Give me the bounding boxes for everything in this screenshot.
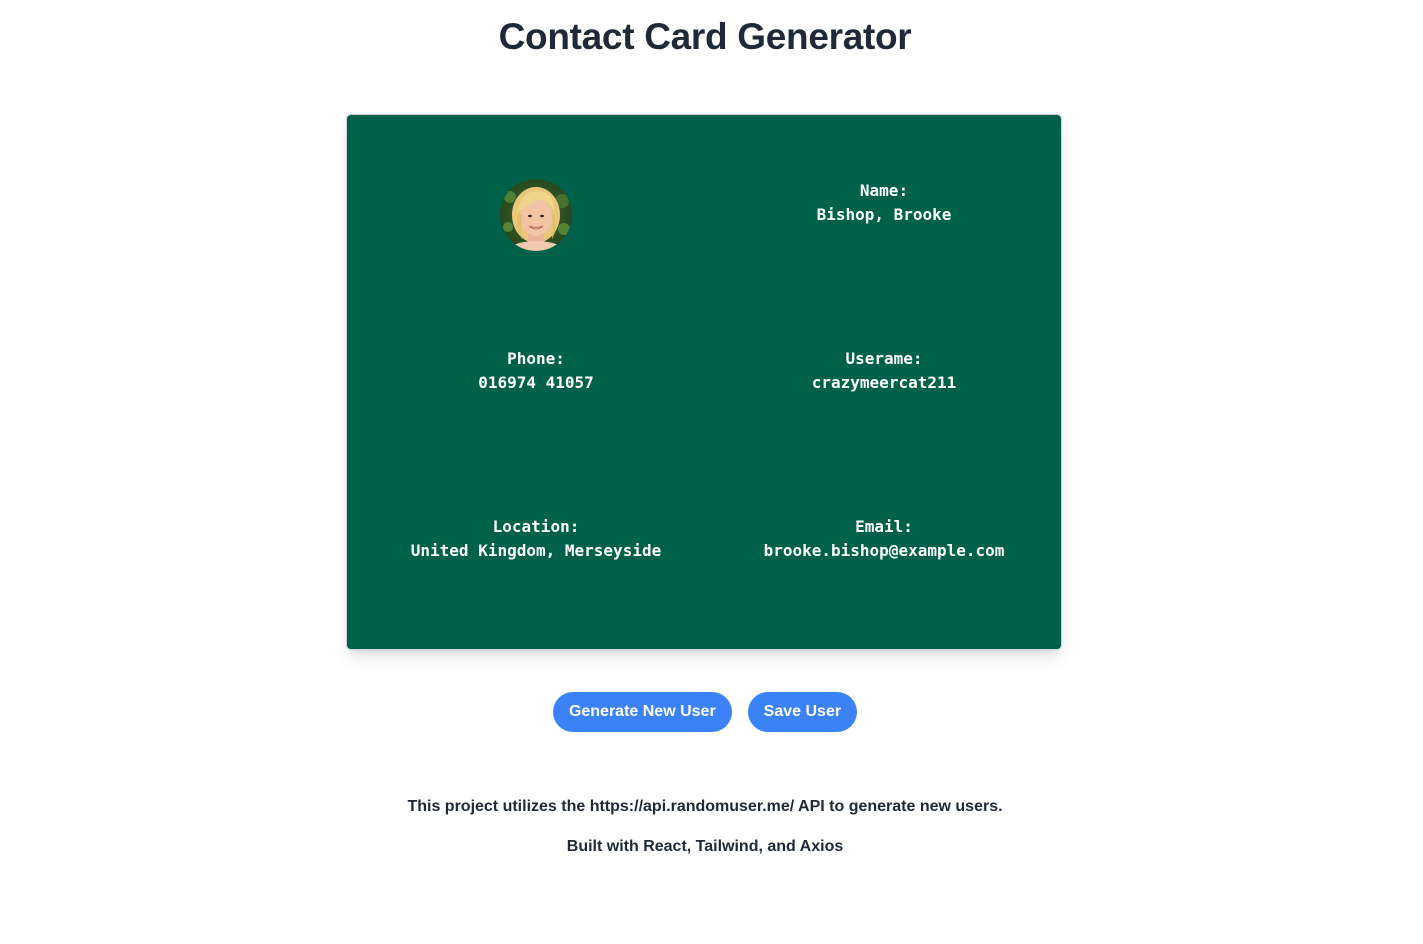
avatar bbox=[500, 179, 572, 251]
field-username: Userame: crazymeercat211 bbox=[705, 347, 1063, 395]
username-label: Userame: bbox=[845, 349, 923, 368]
phone-value: 016974 41057 bbox=[478, 373, 594, 392]
page-title: Contact Card Generator bbox=[498, 16, 912, 57]
avatar-photo bbox=[500, 179, 572, 251]
name-label: Name: bbox=[859, 181, 909, 200]
contact-card: Name: Bishop, Brooke Phone: 016974 41057… bbox=[346, 114, 1062, 650]
built-with-note: Built with React, Tailwind, and Axios bbox=[566, 838, 844, 855]
phone-label: Phone: bbox=[507, 349, 565, 368]
api-note: This project utilizes the https://api.ra… bbox=[407, 798, 1003, 815]
field-email: Email: brooke.bishop@example.com bbox=[705, 515, 1063, 563]
location-label: Location: bbox=[492, 517, 580, 536]
username-value: crazymeercat211 bbox=[811, 373, 957, 392]
field-phone: Phone: 016974 41057 bbox=[357, 347, 715, 395]
save-user-button[interactable]: Save User bbox=[747, 692, 858, 732]
field-location: Location: United Kingdom, Merseyside bbox=[357, 515, 715, 563]
action-buttons: Generate New User Save User bbox=[0, 692, 1410, 732]
location-value: United Kingdom, Merseyside bbox=[410, 541, 662, 560]
email-label: Email: bbox=[855, 517, 913, 536]
email-value: brooke.bishop@example.com bbox=[763, 541, 1005, 560]
field-name: Name: Bishop, Brooke bbox=[705, 179, 1063, 227]
generate-new-user-button[interactable]: Generate New User bbox=[552, 692, 732, 732]
name-value: Bishop, Brooke bbox=[816, 205, 952, 224]
